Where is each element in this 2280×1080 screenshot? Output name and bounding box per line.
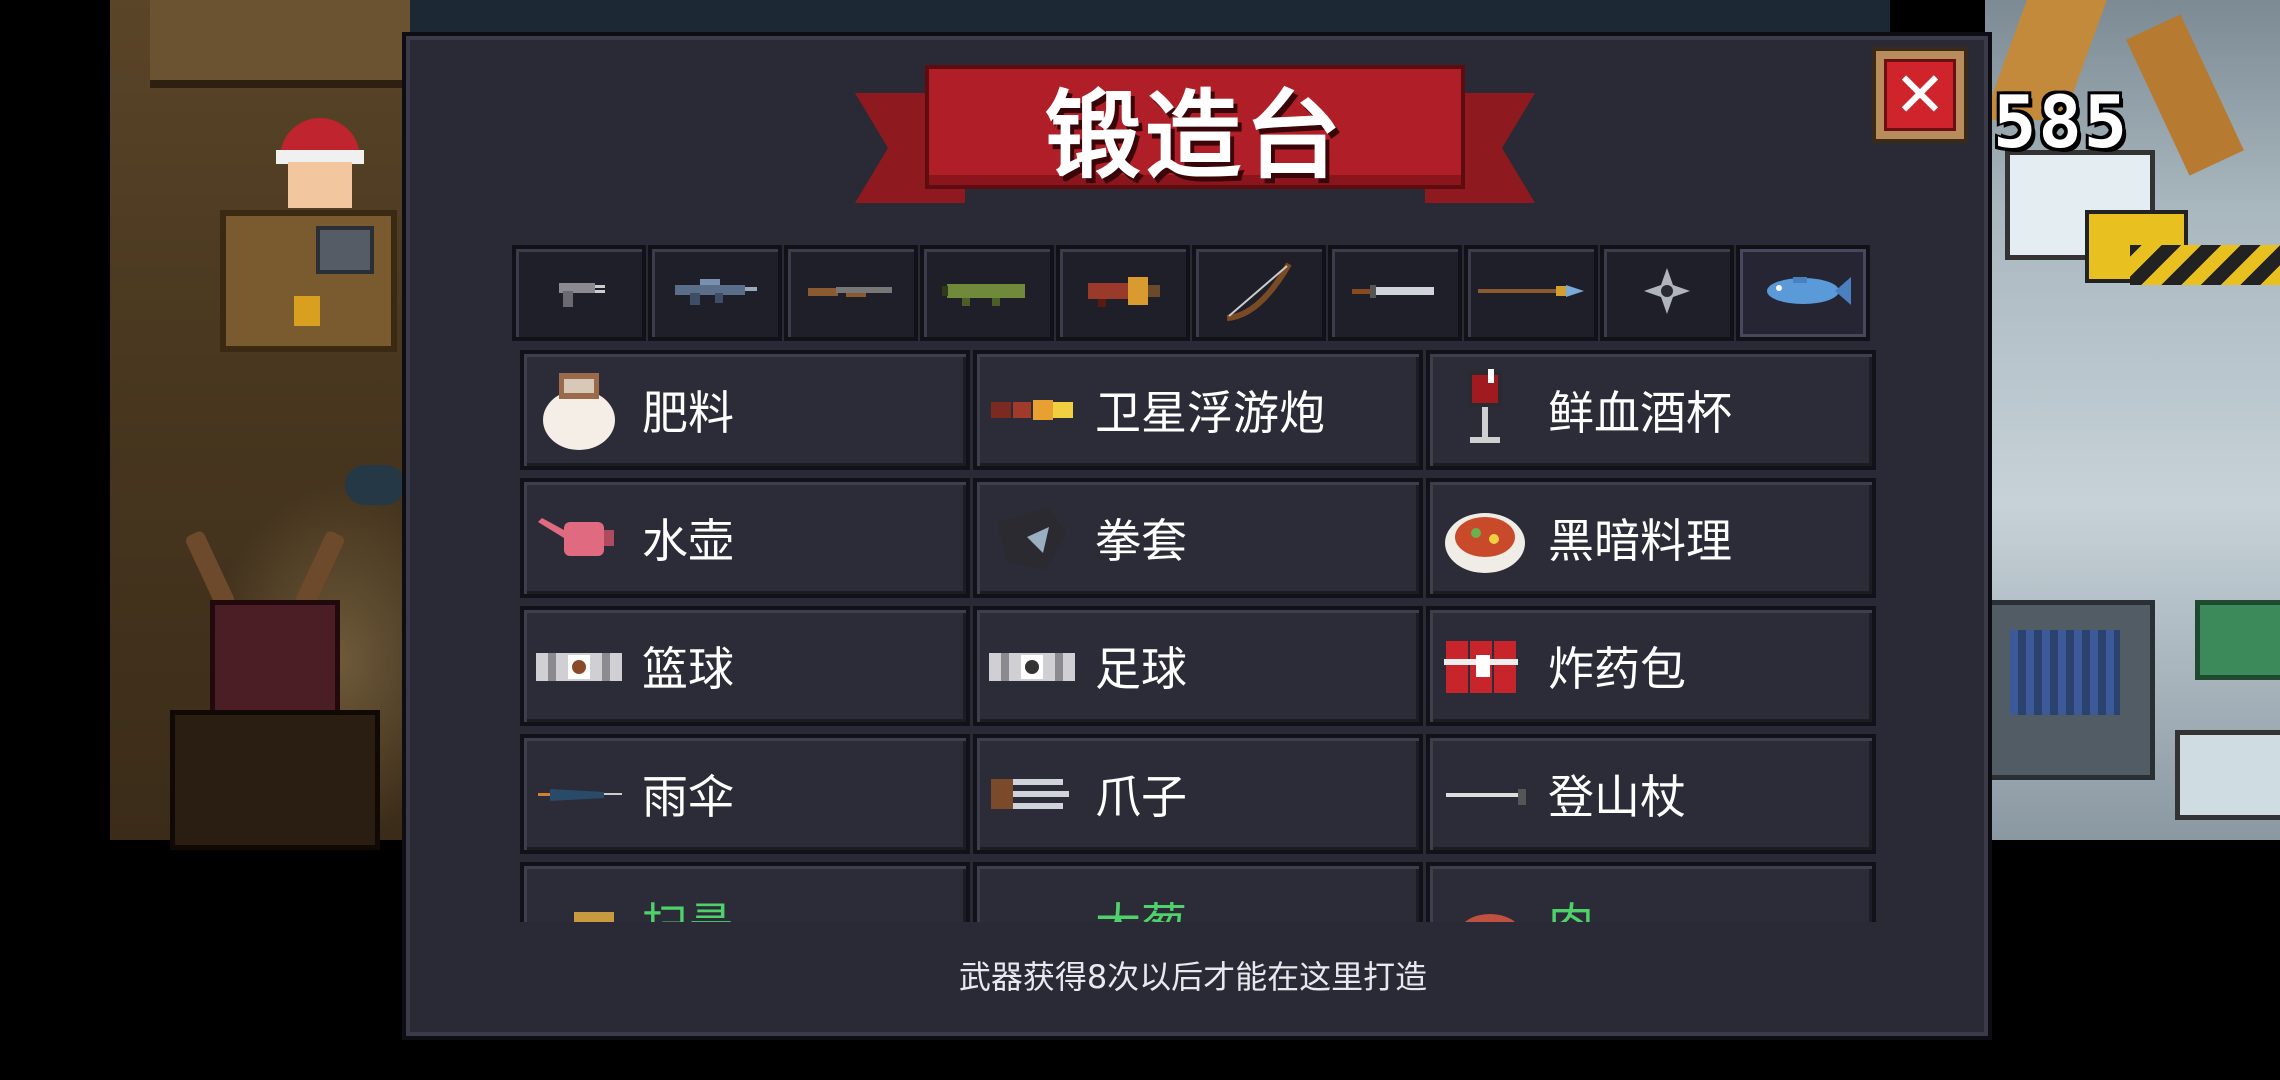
shelf xyxy=(150,0,410,88)
dynamite-pack-icon xyxy=(1440,621,1530,711)
leek-icon xyxy=(987,877,1077,922)
shuriken-icon xyxy=(1642,266,1692,320)
monitor xyxy=(316,226,374,274)
recipe-item[interactable]: 肥料 xyxy=(520,350,970,470)
tab-heavy-gun[interactable] xyxy=(1056,245,1190,341)
recipe-item[interactable]: 拳套 xyxy=(973,478,1423,598)
recipe-item-label: 足球 xyxy=(1095,642,1187,696)
tab-launcher[interactable] xyxy=(920,245,1054,341)
recipe-item[interactable]: 扫帚 xyxy=(520,862,970,922)
tab-fish[interactable] xyxy=(1736,245,1870,341)
shotgun-icon xyxy=(806,276,896,310)
fish-icon xyxy=(1753,271,1853,315)
recipe-item-label: 爪子 xyxy=(1095,770,1187,824)
tab-assault-rifle[interactable] xyxy=(648,245,782,341)
close-x-icon: ✕ xyxy=(1884,59,1956,131)
recipe-item[interactable]: 肉 xyxy=(1426,862,1876,922)
tab-pistol[interactable] xyxy=(512,245,646,341)
recipe-item-label: 肉 xyxy=(1548,889,1594,922)
recipe-item[interactable]: 水壶 xyxy=(520,478,970,598)
tab-shuriken[interactable] xyxy=(1600,245,1734,341)
title-banner: 锻造台 xyxy=(855,65,1535,217)
recipe-item[interactable]: 卫星浮游炮 xyxy=(973,350,1423,470)
tab-shotgun[interactable] xyxy=(784,245,918,341)
satellite-cannon-icon xyxy=(987,365,1077,455)
recipe-item-label: 篮球 xyxy=(642,642,734,696)
antler-crate xyxy=(170,529,380,850)
recipe-item[interactable]: 登山杖 xyxy=(1426,734,1876,854)
close-button[interactable]: ✕ xyxy=(1872,47,1968,143)
npc-desk xyxy=(220,210,397,352)
recipe-item-label: 扫帚 xyxy=(642,889,734,922)
recipe-item-label: 黑暗料理 xyxy=(1548,514,1732,568)
hiking-stick-icon xyxy=(1440,749,1530,839)
broom-icon xyxy=(534,877,624,922)
blueprint-panel xyxy=(1985,600,2155,780)
coin-counter: 585 xyxy=(1993,80,2130,164)
gauntlet-icon xyxy=(987,493,1077,583)
recipe-item[interactable]: 爪子 xyxy=(973,734,1423,854)
launcher-icon xyxy=(942,274,1032,312)
tab-spear[interactable] xyxy=(1464,245,1598,341)
recipe-item-label: 大葱 xyxy=(1095,889,1187,922)
recipe-item[interactable]: 黑暗料理 xyxy=(1426,478,1876,598)
recipe-item[interactable]: 篮球 xyxy=(520,606,970,726)
recipe-item-label: 水壶 xyxy=(642,514,734,568)
spear-icon xyxy=(1476,279,1586,307)
assault-rifle-icon xyxy=(670,271,760,315)
recipe-item[interactable]: 炸药包 xyxy=(1426,606,1876,726)
sword-icon xyxy=(1350,276,1440,310)
tab-sword[interactable] xyxy=(1328,245,1462,341)
dark-dish-icon xyxy=(1440,493,1530,583)
watering-can-icon xyxy=(534,493,624,583)
recipe-item-label: 炸药包 xyxy=(1548,642,1686,696)
bow-icon xyxy=(1219,256,1299,330)
claw-icon xyxy=(987,749,1077,839)
pistol-icon xyxy=(549,271,609,315)
meat-icon xyxy=(1440,877,1530,922)
weapon-category-tabs xyxy=(512,245,1876,345)
recipe-item-label: 卫星浮游炮 xyxy=(1095,386,1325,440)
santa-npc xyxy=(270,118,380,228)
recipe-item[interactable]: 足球 xyxy=(973,606,1423,726)
recipe-item-label: 雨伞 xyxy=(642,770,734,824)
recipe-item-label: 登山杖 xyxy=(1548,770,1686,824)
desk-lamp xyxy=(294,296,320,326)
umbrella-icon xyxy=(534,749,624,839)
recipe-item[interactable]: 雨伞 xyxy=(520,734,970,854)
fertilizer-bag-icon xyxy=(534,365,624,455)
recipe-item[interactable]: 鲜血酒杯 xyxy=(1426,350,1876,470)
recipe-item-label: 肥料 xyxy=(642,386,734,440)
recipe-item-label: 鲜血酒杯 xyxy=(1548,386,1732,440)
unlock-hint: 武器获得8次以后才能在这里打造 xyxy=(958,958,1428,996)
heavy-gun-icon xyxy=(1083,271,1163,315)
dialog-title: 锻造台 xyxy=(1045,79,1345,192)
soccer-ball-icon xyxy=(987,621,1077,711)
tab-bow[interactable] xyxy=(1192,245,1326,341)
recipe-item-label: 拳套 xyxy=(1095,514,1187,568)
recipe-list[interactable]: 肥料 卫星浮游炮 鲜血酒杯水壶 拳套 黑暗料理篮球 足球 炸药包雨伞 爪子 登山杖扫帚 大葱 肉 xyxy=(512,350,1876,922)
blood-goblet-icon xyxy=(1440,365,1530,455)
basketball-icon xyxy=(534,621,624,711)
recipe-item[interactable]: 大葱 xyxy=(973,862,1423,922)
cat-pet xyxy=(345,465,405,505)
